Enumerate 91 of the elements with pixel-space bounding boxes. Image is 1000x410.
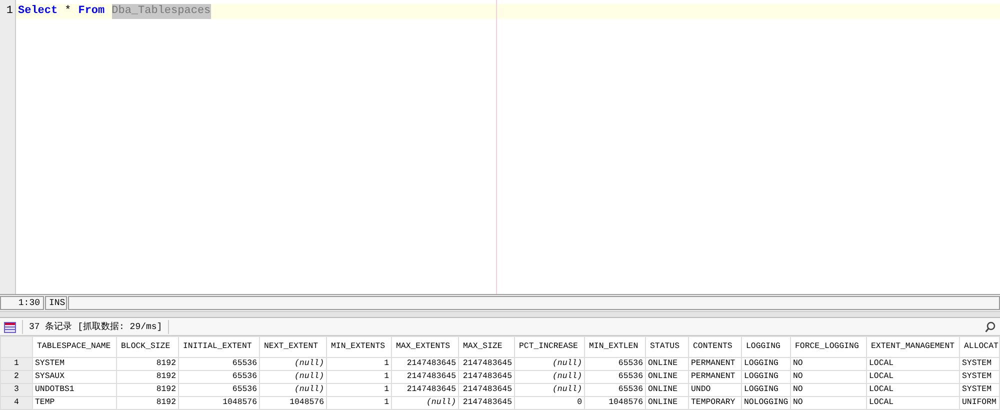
table-cell: LOCAL	[866, 370, 960, 384]
table-cell: 2147483645	[458, 370, 514, 384]
table-cell: PERMANENT	[688, 358, 742, 370]
table-cell: PERMANENT	[688, 370, 742, 384]
table-cell: SYSAUX	[32, 370, 116, 384]
table-cell: NO	[790, 396, 866, 410]
table-cell: 2147483645	[392, 370, 458, 384]
row-number[interactable]: 3	[0, 384, 32, 396]
table-cell: 2147483645	[458, 384, 514, 396]
grid-icon[interactable]	[4, 320, 16, 333]
table-cell: TEMPORARY	[688, 396, 742, 410]
table-cell: SYSTEM	[960, 358, 1000, 370]
table-cell: LOCAL	[866, 396, 960, 410]
table-cell: LOGGING	[742, 358, 790, 370]
table-cell: TEMP	[32, 396, 116, 410]
row-number[interactable]: 1	[0, 358, 32, 370]
table-cell: (null)	[260, 384, 326, 396]
record-count: 37 条记录 [抓取数据: 29/ms]	[29, 320, 162, 334]
table-cell: 2147483645	[458, 396, 514, 410]
table-cell: NOLOGGING	[742, 396, 790, 410]
column-header[interactable]: MAX_SIZE	[458, 336, 514, 358]
insert-mode: INS	[45, 296, 67, 310]
column-header[interactable]: MIN_EXTLEN	[584, 336, 646, 358]
table-cell: 1	[326, 384, 392, 396]
table-cell: 8192	[116, 358, 178, 370]
table-cell: SYSTEM	[960, 370, 1000, 384]
table-cell: LOCAL	[866, 358, 960, 370]
table-cell: (null)	[514, 370, 584, 384]
table-cell: (null)	[514, 384, 584, 396]
table-cell: 8192	[116, 370, 178, 384]
table-cell: (null)	[260, 370, 326, 384]
table-cell: 65536	[178, 370, 260, 384]
table-cell: 1	[326, 370, 392, 384]
table-cell: 1	[326, 358, 392, 370]
row-number[interactable]: 4	[0, 396, 32, 410]
search-icon[interactable]	[985, 320, 996, 333]
table-cell: 8192	[116, 384, 178, 396]
table-cell: ONLINE	[646, 396, 688, 410]
row-number[interactable]: 2	[0, 370, 32, 384]
table-cell: LOGGING	[742, 370, 790, 384]
column-header[interactable]: INITIAL_EXTENT	[178, 336, 260, 358]
table-cell: 0	[514, 396, 584, 410]
column-header[interactable]: NEXT_EXTENT	[260, 336, 326, 358]
column-header[interactable]: BLOCK_SIZE	[116, 336, 178, 358]
table-cell: ONLINE	[646, 384, 688, 396]
code-area[interactable]: Select * From Dba_Tablespaces	[16, 0, 1000, 294]
table-cell: 2147483645	[392, 384, 458, 396]
table-cell: (null)	[260, 358, 326, 370]
column-header[interactable]: MIN_EXTENTS	[326, 336, 392, 358]
table-cell: ONLINE	[646, 370, 688, 384]
sql-keyword: Select	[18, 4, 58, 19]
table-cell: (null)	[514, 358, 584, 370]
table-cell: SYSTEM	[960, 384, 1000, 396]
table-cell: NO	[790, 384, 866, 396]
table-cell: NO	[790, 370, 866, 384]
table-cell: UNDOTBS1	[32, 384, 116, 396]
column-header[interactable]: EXTENT_MANAGEMENT	[866, 336, 960, 358]
table-cell: 2147483645	[392, 358, 458, 370]
table-cell: 1048576	[260, 396, 326, 410]
table-cell: SYSTEM	[32, 358, 116, 370]
table-cell: NO	[790, 358, 866, 370]
table-cell: 2147483645	[458, 358, 514, 370]
column-header[interactable]: TABLESPACE_NAME	[32, 336, 116, 358]
table-cell: 65536	[584, 358, 646, 370]
column-header[interactable]: MAX_EXTENTS	[392, 336, 458, 358]
splitter-handle[interactable]	[0, 312, 1000, 318]
table-cell: 65536	[584, 384, 646, 396]
table-cell: 65536	[584, 370, 646, 384]
table-cell: LOCAL	[866, 384, 960, 396]
code-text: *	[64, 4, 72, 19]
column-header[interactable]: PCT_INCREASE	[514, 336, 584, 358]
column-header[interactable]: ALLOCAT	[960, 336, 1000, 358]
selected-text: Dba_Tablespaces	[112, 4, 211, 19]
column-header[interactable]: CONTENTS	[688, 336, 742, 358]
column-header[interactable]: LOGGING	[742, 336, 790, 358]
table-cell: 8192	[116, 396, 178, 410]
table-cell: UNIFORM	[960, 396, 1000, 410]
column-header[interactable]: STATUS	[646, 336, 688, 358]
table-cell: 1	[326, 396, 392, 410]
table-cell: ONLINE	[646, 358, 688, 370]
table-cell: LOGGING	[742, 384, 790, 396]
line-number: 1	[5, 4, 14, 19]
cursor-position: 1:30	[0, 296, 44, 310]
table-cell: 1048576	[178, 396, 260, 410]
sql-keyword: From	[78, 4, 105, 19]
table-cell: 65536	[178, 358, 260, 370]
table-cell: 1048576	[584, 396, 646, 410]
table-cell: 65536	[178, 384, 260, 396]
table-cell: UNDO	[688, 384, 742, 396]
column-header[interactable]: FORCE_LOGGING	[790, 336, 866, 358]
table-cell: (null)	[392, 396, 458, 410]
